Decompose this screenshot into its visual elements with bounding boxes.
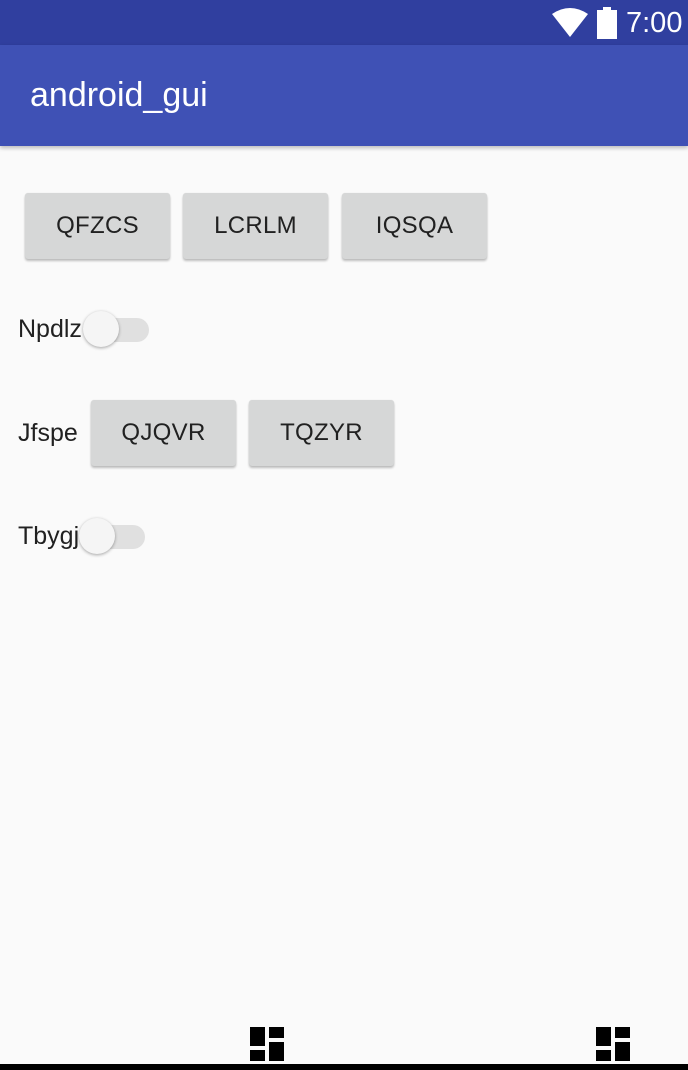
- status-clock: 7:00: [626, 7, 683, 39]
- jfspe-label: Jfspe: [18, 419, 78, 447]
- app-bar: android_gui: [0, 45, 688, 146]
- screen: 7:00 android_gui QFZCS LCRLM IQSQA Npdlz…: [0, 0, 688, 1070]
- iqsqa-button[interactable]: IQSQA: [342, 193, 487, 259]
- qfzcs-button[interactable]: QFZCS: [25, 193, 170, 259]
- status-bar: 7:00: [0, 0, 688, 45]
- bottom-divider: [0, 1064, 688, 1070]
- qjqvr-button[interactable]: QJQVR: [91, 400, 236, 466]
- switch-thumb: [79, 518, 115, 554]
- dashboard-icon[interactable]: [596, 1027, 630, 1061]
- switch-thumb: [83, 311, 119, 347]
- wifi-icon: [552, 8, 588, 37]
- tbygj-switch[interactable]: [79, 516, 149, 556]
- battery-icon: [597, 7, 617, 39]
- tqzyr-button[interactable]: TQZYR: [249, 400, 394, 466]
- app-title: android_gui: [30, 76, 208, 114]
- npdlz-switch[interactable]: [83, 309, 153, 349]
- tbygj-label: Tbygj: [18, 522, 80, 550]
- lcrlm-button[interactable]: LCRLM: [183, 193, 328, 259]
- npdlz-label: Npdlz: [18, 315, 82, 343]
- dashboard-icon[interactable]: [250, 1027, 284, 1061]
